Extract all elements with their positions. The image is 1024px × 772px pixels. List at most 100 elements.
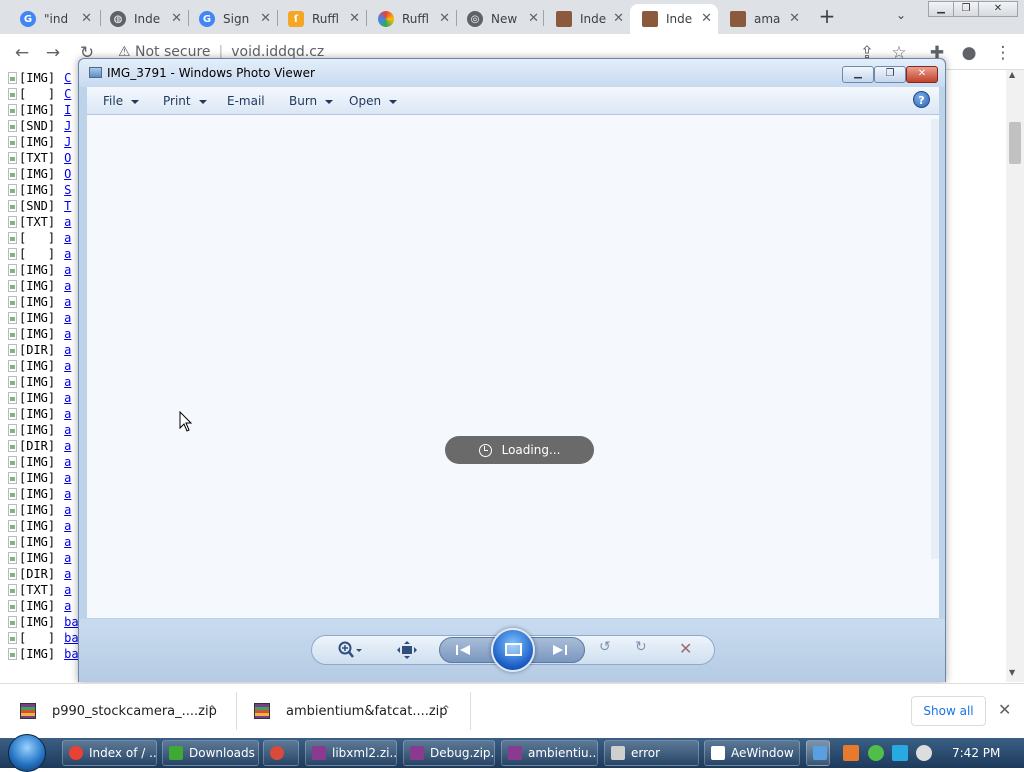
scroll-down-icon[interactable]: ▼ [1009, 668, 1015, 677]
file-link[interactable]: a [64, 391, 71, 405]
photo-viewer-titlebar[interactable]: IMG_3791 - Windows Photo Viewer ▁ ❐ ✕ [79, 59, 945, 87]
file-link[interactable]: S [64, 183, 71, 197]
file-link[interactable]: a [64, 503, 71, 517]
file-link[interactable]: a [64, 487, 71, 501]
tab-7[interactable]: Inde ✕ [544, 4, 630, 34]
previous-icon[interactable] [454, 642, 472, 662]
file-link[interactable]: J [64, 135, 71, 149]
taskbar-item-active[interactable] [806, 740, 830, 766]
rotate-ccw-icon[interactable]: ↺ [599, 639, 611, 655]
file-link[interactable]: a [64, 311, 71, 325]
file-link[interactable]: C [64, 87, 71, 101]
file-link[interactable]: a [64, 247, 71, 261]
file-link[interactable]: ba [64, 647, 78, 661]
menu-burn[interactable]: Burn [289, 94, 334, 108]
download-item[interactable]: ambientium&fatcat....zip [254, 684, 448, 738]
file-link[interactable]: a [64, 279, 71, 293]
close-icon[interactable]: ✕ [998, 700, 1011, 719]
tab-4[interactable]: ſ Ruffl ✕ [276, 4, 366, 34]
file-link[interactable]: a [64, 327, 71, 341]
file-link[interactable]: a [64, 423, 71, 437]
profile-icon[interactable]: ● [958, 42, 980, 64]
file-link[interactable]: ba [64, 615, 78, 629]
file-link[interactable]: a [64, 535, 71, 549]
file-link[interactable]: a [64, 599, 71, 613]
tab-2[interactable]: ◍ Inde ✕ [98, 4, 188, 34]
scroll-up-icon[interactable]: ▲ [1009, 70, 1015, 79]
chevron-up-icon[interactable]: ⌃ [441, 703, 451, 717]
minimize-icon[interactable]: ▁ [928, 1, 954, 17]
rotate-cw-icon[interactable]: ↻ [635, 639, 647, 655]
taskbar-item[interactable]: libxml2.zi... [305, 740, 397, 766]
menu-print[interactable]: Print [163, 94, 207, 108]
file-link[interactable]: O [64, 167, 71, 181]
close-icon[interactable]: ✕ [701, 11, 712, 26]
tray-volume-icon[interactable] [916, 745, 932, 761]
tab-search-icon[interactable]: ⌄ [896, 8, 906, 22]
file-link[interactable]: a [64, 471, 71, 485]
forward-icon[interactable]: → [42, 42, 64, 64]
maximize-icon[interactable]: ❐ [874, 66, 906, 83]
close-icon[interactable]: ✕ [81, 11, 92, 26]
close-icon[interactable]: ✕ [439, 11, 450, 26]
file-link[interactable]: O [64, 151, 71, 165]
close-icon[interactable]: ✕ [978, 1, 1018, 17]
close-icon[interactable]: ✕ [171, 11, 182, 26]
file-link[interactable]: a [64, 375, 71, 389]
file-link[interactable]: a [64, 359, 71, 373]
page-scrollbar-thumb[interactable] [1009, 122, 1021, 164]
tray-app-icon[interactable] [843, 745, 859, 761]
file-link[interactable]: a [64, 231, 71, 245]
fit-window-icon[interactable] [397, 641, 417, 663]
file-link[interactable]: a [64, 519, 71, 533]
close-icon[interactable]: ✕ [613, 11, 624, 26]
taskbar-item[interactable]: Index of / ... [62, 740, 157, 766]
menu-open[interactable]: Open [349, 94, 398, 108]
file-link[interactable]: I [64, 103, 71, 117]
restore-icon[interactable]: ❐ [953, 1, 979, 17]
tab-8-active[interactable]: Inde ✕ [630, 4, 718, 34]
file-link[interactable]: a [64, 263, 71, 277]
tray-network-icon[interactable] [892, 745, 908, 761]
menu-email[interactable]: E-mail [227, 94, 265, 108]
slideshow-button[interactable] [491, 628, 535, 672]
taskbar-item[interactable]: Downloads [162, 740, 259, 766]
tab-1[interactable]: G "ind ✕ [8, 4, 98, 34]
file-link[interactable]: a [64, 567, 71, 581]
chevron-up-icon[interactable]: ⌃ [207, 703, 217, 717]
taskbar-item[interactable]: Debug.zip... [403, 740, 495, 766]
tray-security-icon[interactable] [868, 745, 884, 761]
help-icon[interactable]: ? [913, 91, 930, 108]
file-link[interactable]: a [64, 215, 71, 229]
tab-9[interactable]: ama ✕ [718, 4, 806, 34]
taskbar-item[interactable]: AeWindow [704, 740, 800, 766]
taskbar-item[interactable]: error [604, 740, 699, 766]
close-icon[interactable]: ✕ [260, 11, 271, 26]
file-link[interactable]: a [64, 583, 71, 597]
file-link[interactable]: a [64, 455, 71, 469]
new-tab-button[interactable]: + [818, 6, 836, 26]
download-item[interactable]: p990_stockcamera_....zip [20, 684, 217, 738]
taskbar-item[interactable]: ambientiu... [501, 740, 598, 766]
file-link[interactable]: C [64, 71, 71, 85]
taskbar-item[interactable] [263, 740, 299, 766]
file-link[interactable]: a [64, 439, 71, 453]
zoom-icon[interactable] [337, 640, 363, 664]
close-icon[interactable]: ✕ [789, 11, 800, 26]
file-link[interactable]: T [64, 199, 71, 213]
file-link[interactable]: J [64, 119, 71, 133]
tab-6[interactable]: ◎ New ✕ [455, 4, 545, 34]
start-button[interactable] [8, 734, 46, 772]
menu-file[interactable]: File [103, 94, 140, 108]
menu-icon[interactable]: ⋮ [992, 42, 1014, 64]
file-link[interactable]: ba [64, 631, 78, 645]
file-link[interactable]: a [64, 343, 71, 357]
file-link[interactable]: a [64, 407, 71, 421]
tab-3[interactable]: G Sign ✕ [187, 4, 277, 34]
taskbar-clock[interactable]: 7:42 PM [952, 746, 1000, 760]
back-icon[interactable]: ← [11, 42, 33, 64]
delete-icon[interactable]: ✕ [679, 639, 692, 658]
close-icon[interactable]: ✕ [528, 11, 539, 26]
close-icon[interactable]: ✕ [349, 11, 360, 26]
next-icon[interactable] [551, 642, 569, 662]
